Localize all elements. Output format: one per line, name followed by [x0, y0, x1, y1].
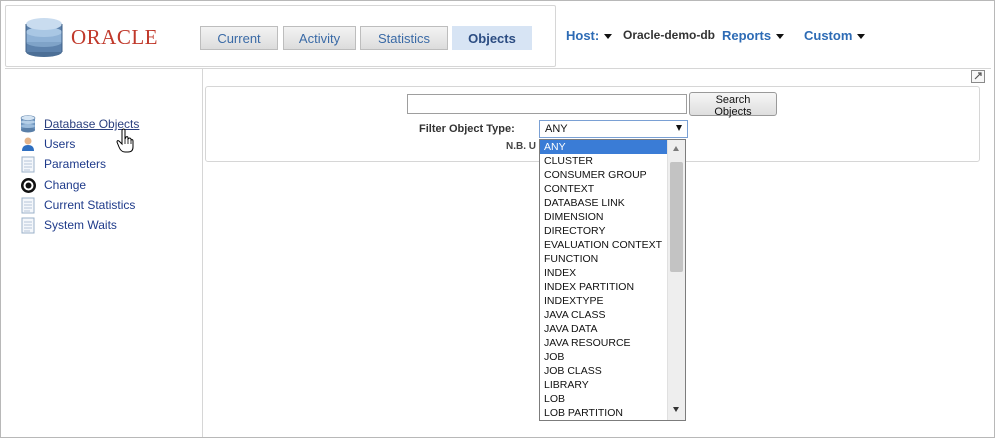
option-dimension[interactable]: DIMENSION: [540, 210, 672, 224]
option-lob-partition[interactable]: LOB PARTITION: [540, 406, 672, 420]
hand-cursor-icon: [116, 128, 134, 153]
option-context[interactable]: CONTEXT: [540, 182, 672, 196]
brand-name: ORACLE: [71, 24, 158, 49]
tab-objects[interactable]: Objects: [452, 26, 532, 50]
option-lob[interactable]: LOB: [540, 392, 672, 406]
option-evaluation-context[interactable]: EVALUATION CONTEXT: [540, 238, 672, 252]
chevron-down-icon: [604, 34, 613, 40]
sidebar-item-system-waits[interactable]: System Waits: [19, 216, 117, 234]
option-database-link[interactable]: DATABASE LINK: [540, 196, 672, 210]
option-java-resource[interactable]: JAVA RESOURCE: [540, 336, 672, 350]
sidebar-item-parameters[interactable]: Parameters: [19, 155, 106, 173]
scroll-up-icon[interactable]: [673, 146, 679, 151]
database-icon: [19, 115, 37, 133]
tab-activity[interactable]: Activity: [283, 26, 356, 50]
header-panel: ORACLE Current Activity Statistics Objec…: [5, 5, 556, 67]
sidebar-item-label: Change: [44, 178, 87, 192]
app-window: ORACLE Current Activity Statistics Objec…: [0, 0, 995, 438]
tab-statistics[interactable]: Statistics: [360, 26, 448, 50]
tab-current[interactable]: Current: [200, 26, 278, 50]
host-menu[interactable]: Host:: [566, 28, 613, 43]
option-library[interactable]: LIBRARY: [540, 378, 672, 392]
search-objects-button[interactable]: Search Objects: [689, 92, 777, 118]
chevron-down-icon: [776, 34, 785, 40]
selected-object-type: ANY: [545, 123, 568, 135]
object-type-dropdown: ANY CLUSTER CONSUMER GROUP CONTEXT DATAB…: [539, 139, 686, 421]
target-icon: [19, 176, 37, 194]
brand-logo: ORACLE: [24, 16, 158, 58]
chevron-down-icon: [857, 34, 866, 40]
reports-label: Reports: [722, 28, 772, 43]
note-text: N.B. U: [506, 141, 536, 152]
option-job[interactable]: JOB: [540, 350, 672, 364]
option-cluster[interactable]: CLUSTER: [540, 154, 672, 168]
option-java-data[interactable]: JAVA DATA: [540, 322, 672, 336]
chevron-down-icon: [676, 125, 682, 131]
sidebar-item-label: Current Statistics: [44, 198, 136, 212]
sidebar-item-label: Parameters: [44, 157, 107, 171]
option-job-class[interactable]: JOB CLASS: [540, 364, 672, 378]
database-logo-icon: [25, 18, 63, 57]
option-directory[interactable]: DIRECTORY: [540, 224, 672, 238]
option-index[interactable]: INDEX: [540, 266, 672, 280]
option-consumer-group[interactable]: CONSUMER GROUP: [540, 168, 672, 182]
option-index-partition[interactable]: INDEX PARTITION: [540, 280, 672, 294]
host-label: Host:: [566, 28, 600, 43]
sidebar-item-change[interactable]: Change: [19, 176, 86, 194]
scroll-down-icon[interactable]: [673, 407, 679, 412]
document-icon: [19, 216, 37, 234]
option-any[interactable]: ANY: [540, 140, 672, 154]
sidebar-item-users[interactable]: Users: [19, 135, 75, 153]
document-icon: [19, 196, 37, 214]
option-indextype[interactable]: INDEXTYPE: [540, 294, 672, 308]
scrollbar-thumb[interactable]: [670, 162, 683, 272]
document-icon: [19, 155, 37, 173]
custom-menu[interactable]: Custom: [804, 28, 866, 43]
user-icon: [19, 135, 37, 153]
sidebar-item-label: Users: [44, 137, 76, 151]
filter-object-type-label: Filter Object Type:: [419, 123, 515, 135]
expand-icon[interactable]: [971, 70, 985, 83]
option-java-class[interactable]: JAVA CLASS: [540, 308, 672, 322]
object-type-select[interactable]: ANY: [539, 120, 688, 138]
option-function[interactable]: FUNCTION: [540, 252, 672, 266]
sidebar-item-current-statistics[interactable]: Current Statistics: [19, 196, 135, 214]
custom-label: Custom: [804, 28, 853, 43]
host-value: Oracle-demo-db: [623, 28, 716, 42]
search-input[interactable]: [407, 94, 687, 114]
reports-menu[interactable]: Reports: [722, 28, 785, 43]
dropdown-scrollbar[interactable]: [667, 140, 685, 420]
sidebar-item-label: System Waits: [44, 218, 117, 232]
